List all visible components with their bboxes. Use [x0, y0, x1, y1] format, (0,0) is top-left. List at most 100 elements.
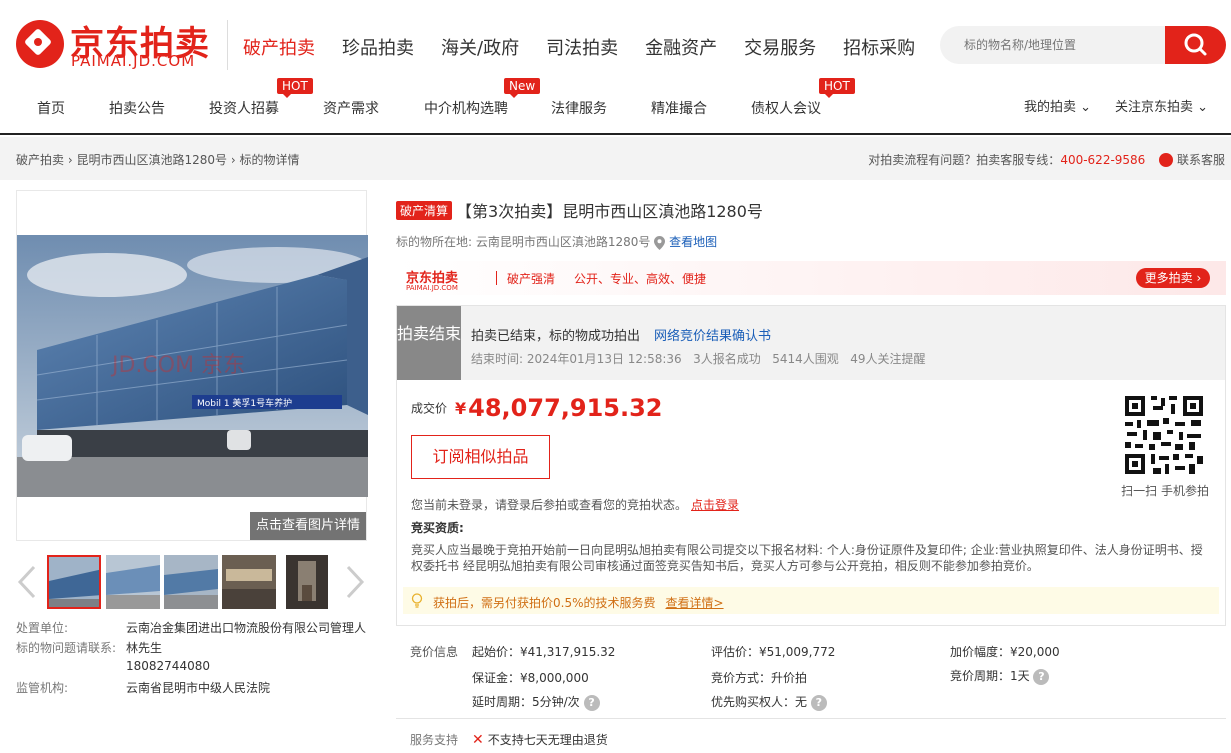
- main-nav-financial[interactable]: 金融资产: [645, 34, 717, 60]
- location-label: 标的物所在地:: [396, 235, 473, 249]
- sub-nav-demand[interactable]: 资产需求: [323, 98, 379, 118]
- supervisor-label: 监管机构:: [16, 681, 69, 695]
- currency-symbol: ¥: [455, 398, 467, 418]
- thumbnail-3[interactable]: [164, 555, 218, 609]
- logo-text-en: PAIMAI.JD.COM: [71, 52, 196, 70]
- sub-nav-creditor[interactable]: 债权人会议 HOT: [751, 78, 855, 118]
- status-message-row: 拍卖已结束，标的物成功拍出 网络竞价结果确认书: [471, 325, 771, 344]
- search-input[interactable]: [940, 26, 1166, 64]
- subscribe-similar-button[interactable]: 订阅相似拍品: [411, 435, 550, 479]
- thumbnail-4[interactable]: [222, 555, 276, 609]
- qualification-text: 竞买人应当最晚于竞拍开始前一日向昆明弘旭拍卖有限公司提交以下报名材料: 个人:身…: [411, 543, 1203, 573]
- fee-tip-text: 获拍后，需另付获拍价0.5%的技术服务费: [433, 596, 656, 610]
- thumbnail-2[interactable]: [106, 555, 160, 609]
- service-support-text: 不支持七天无理由退货: [487, 733, 608, 747]
- service-support: 服务支持 ✕ 不支持七天无理由退货: [410, 731, 608, 748]
- thumbnail-image: [222, 555, 276, 609]
- search-button[interactable]: [1165, 26, 1226, 64]
- help-icon[interactable]: ?: [1033, 668, 1050, 685]
- sub-nav-investor[interactable]: 投资人招募 HOT: [209, 78, 313, 118]
- sub-nav-notice[interactable]: 拍卖公告: [109, 98, 165, 118]
- disposal-unit-row: 处置单位: 云南冶金集团进出口物流股份有限公司管理人: [16, 619, 366, 636]
- deal-price-label: 成交价: [411, 401, 448, 416]
- end-time: 2024年01月13日 12:58:36: [526, 352, 682, 366]
- main-nav-treasure[interactable]: 珍品拍卖: [342, 34, 414, 60]
- support-line: 对拍卖流程有问题？拍卖客服专线：400-622-9586 联系客服: [868, 151, 1225, 168]
- evaluation-price: 评估价：¥51,009,772: [711, 645, 836, 659]
- building-photo: Mobil 1 美孚1号车养护 JD.COM 京东: [17, 235, 368, 497]
- location-value: 云南昆明市西山区滇池路1280号: [475, 235, 651, 249]
- shop-sign: Mobil 1 美孚1号车养护: [197, 397, 292, 409]
- property-photo[interactable]: Mobil 1 美孚1号车养护 JD.COM 京东: [17, 235, 368, 497]
- main-nav-judicial[interactable]: 司法拍卖: [546, 34, 618, 60]
- contact-row: 标的物问题请联系: 林先生: [16, 639, 162, 656]
- login-link[interactable]: 点击登录: [691, 498, 739, 512]
- result-confirmation-link[interactable]: 网络竞价结果确认书: [654, 329, 771, 344]
- jd-paimai-logo[interactable]: 京东拍卖 PAIMAI.JD.COM: [16, 18, 216, 70]
- chevron-right-icon[interactable]: [344, 565, 366, 599]
- thumbnail-5[interactable]: [286, 555, 328, 609]
- bid-cycle: 竞价周期：1天: [950, 669, 1030, 683]
- breadcrumb-bankruptcy[interactable]: 破产拍卖: [16, 153, 64, 167]
- sub-nav-legal[interactable]: 法律服务: [551, 98, 607, 118]
- thumbnail-image: [49, 557, 99, 607]
- auction-panel: 拍卖结束 拍卖已结束，标的物成功拍出 网络竞价结果确认书 结束时间: 2024年0…: [396, 305, 1226, 626]
- thumbnail-image: [286, 555, 328, 609]
- header-divider: [227, 20, 228, 70]
- breadcrumb-address[interactable]: 昆明市西山区滇池路1280号: [76, 153, 227, 167]
- thumbnail-1[interactable]: [47, 555, 101, 609]
- qualification-heading: 竞买资质:: [411, 521, 464, 535]
- page-title: 破产清算 【第3次拍卖】昆明市西山区滇池路1280号: [396, 198, 763, 222]
- service-support-label: 服务支持: [410, 733, 459, 747]
- priority-row: 优先购买权人：无 ?: [711, 693, 827, 711]
- main-image-viewer[interactable]: Mobil 1 美孚1号车养护 JD.COM 京东 点击查看图片详情: [16, 190, 368, 541]
- banner-slogan-2: 公开、专业、高效、便捷: [574, 272, 707, 286]
- contact-service-link[interactable]: 联系客服: [1177, 153, 1225, 167]
- chevron-left-icon[interactable]: [16, 565, 38, 599]
- main-nav-bidding[interactable]: 招标采购: [843, 34, 915, 60]
- contact-name: 林先生: [126, 641, 163, 655]
- help-icon[interactable]: ?: [810, 694, 827, 711]
- status-badge: 拍卖结束: [397, 306, 461, 380]
- help-icon[interactable]: ?: [583, 694, 600, 711]
- section-divider: [396, 718, 1226, 719]
- search-box: [940, 26, 1226, 64]
- lightbulb-icon: [411, 593, 423, 608]
- fee-details-link[interactable]: 查看详情>: [666, 596, 724, 610]
- new-badge: New: [504, 78, 541, 98]
- deal-price: 成交价 ¥48,077,915.32: [411, 394, 663, 422]
- view-map-link[interactable]: 查看地图: [669, 235, 717, 249]
- photo-watermark: JD.COM 京东: [110, 353, 245, 378]
- registered-count: 3人报名成功: [693, 352, 761, 366]
- sub-nav-match[interactable]: 精准撮合: [651, 98, 707, 118]
- sub-nav-agency[interactable]: 中介机构选聘 New: [424, 78, 541, 118]
- customer-service-icon: [1159, 152, 1174, 167]
- my-auction-menu[interactable]: 我的拍卖 ⌄: [1024, 96, 1091, 115]
- view-image-details-button[interactable]: 点击查看图片详情: [250, 512, 366, 540]
- support-phone: 400-622-9586: [1060, 153, 1146, 167]
- priority-buyer: 优先购买权人：无: [711, 695, 808, 709]
- breadcrumb-current: 标的物详情: [239, 153, 300, 167]
- search-icon: [1184, 33, 1207, 56]
- reminder-count: 49人关注提醒: [850, 352, 926, 366]
- my-auction-label: 我的拍卖: [1024, 100, 1077, 115]
- disposal-unit-label: 处置单位:: [16, 621, 69, 635]
- main-nav-customs[interactable]: 海关/政府: [441, 34, 519, 60]
- hot-badge: HOT: [277, 78, 313, 98]
- main-nav-bankruptcy[interactable]: 破产拍卖: [243, 34, 315, 60]
- breadcrumb-bar: 破产拍卖 › 昆明市西山区滇池路1280号 › 标的物详情 对拍卖流程有问题？拍…: [0, 137, 1231, 180]
- delay-cycle-row: 延时周期：5分钟/次 ?: [472, 693, 600, 711]
- qr-caption: 扫一扫 手机参拍: [1121, 484, 1209, 498]
- sub-nav-agency-label: 中介机构选聘: [424, 101, 508, 117]
- sub-nav-home[interactable]: 首页: [37, 98, 65, 118]
- follow-menu[interactable]: 关注京东拍卖 ⌄: [1115, 96, 1208, 115]
- thumbnail-image: [164, 555, 218, 609]
- sub-nav-creditor-label: 债权人会议: [751, 101, 821, 117]
- support-question: 对拍卖流程有问题？拍卖客服专线：: [868, 153, 1061, 167]
- more-auctions-button[interactable]: 更多拍卖 ›: [1136, 268, 1210, 288]
- follow-label: 关注京东拍卖: [1115, 100, 1194, 115]
- item-location: 标的物所在地: 云南昆明市西山区滇池路1280号 查看地图: [396, 233, 717, 250]
- main-nav-trade[interactable]: 交易服务: [744, 34, 816, 60]
- promo-banner: 京东拍卖 PAIMAI.JD.COM 破产强清 公开、专业、高效、便捷 更多拍卖 …: [396, 261, 1226, 295]
- sub-nav-investor-label: 投资人招募: [209, 101, 279, 117]
